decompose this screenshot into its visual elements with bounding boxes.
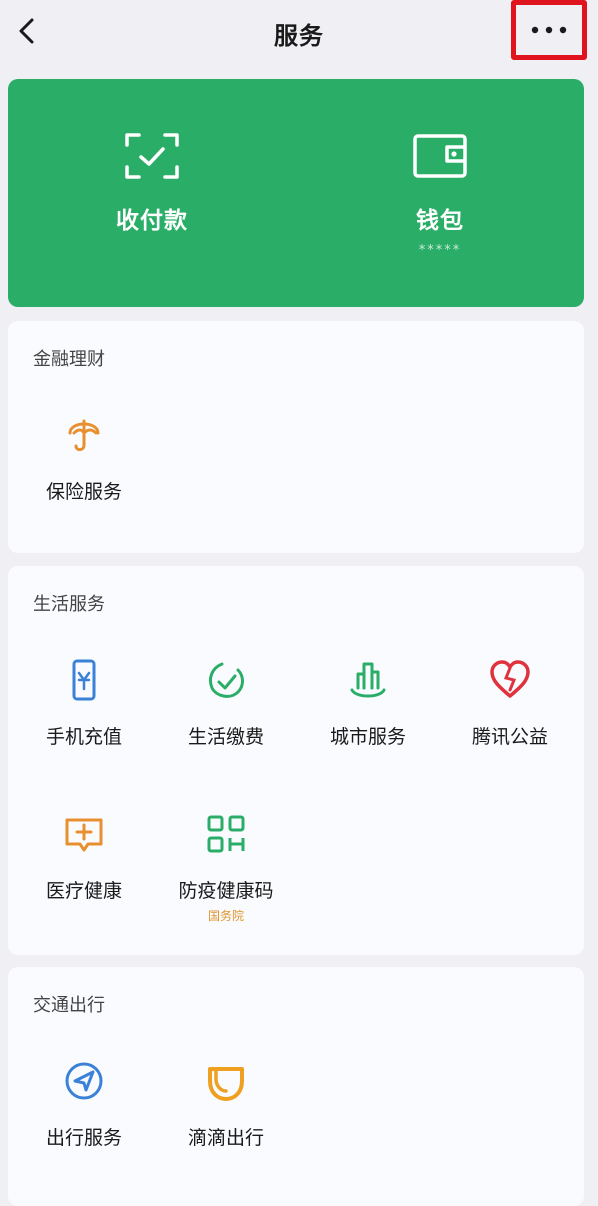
- section-finance: 金融理财 保险服务: [8, 321, 584, 553]
- section-title: 交通出行: [33, 995, 105, 1016]
- section-title: 生活服务: [33, 594, 105, 615]
- tile-label: 城市服务: [329, 726, 406, 748]
- tile-city-service[interactable]: 城市服务: [296, 658, 440, 749]
- tile-bill-payment[interactable]: 生活缴费: [154, 658, 298, 749]
- didi-icon: [208, 1067, 244, 1101]
- charity-heart-icon: [490, 660, 530, 698]
- phone-recharge-icon: [72, 659, 96, 701]
- tile-tencent-charity[interactable]: 腾讯公益: [438, 658, 582, 749]
- pay-collect-label: 收付款: [116, 208, 188, 234]
- tile-label: 保险服务: [45, 481, 122, 503]
- bill-payment-icon: [208, 662, 244, 698]
- section-life: 生活服务 手机充值 生活缴费 城市服务 腾讯公益 医疗健康 防疫健康码 国务院: [8, 566, 584, 955]
- tile-label: 防疫健康码: [178, 880, 274, 902]
- nav-bar: 服务: [0, 0, 598, 66]
- section-transport: 交通出行 出行服务 滴滴出行: [8, 967, 584, 1206]
- tile-label: 医疗健康: [45, 880, 122, 902]
- wallet-icon: [413, 134, 467, 178]
- more-dots-icon: [531, 26, 567, 34]
- wallet-label: 钱包: [416, 208, 464, 234]
- page-title: 服务: [274, 22, 324, 50]
- tile-label: 手机充值: [45, 726, 122, 748]
- wallet-button[interactable]: 钱包 *****: [296, 79, 584, 307]
- tile-didi[interactable]: 滴滴出行: [154, 1059, 298, 1150]
- health-qr-icon: [207, 815, 245, 853]
- tile-label: 腾讯公益: [471, 726, 548, 748]
- scan-pay-icon: [125, 133, 179, 179]
- travel-compass-icon: [65, 1062, 103, 1100]
- tile-sublabel: 国务院: [207, 909, 244, 923]
- section-title: 金融理财: [33, 349, 105, 370]
- city-service-icon: [350, 662, 386, 698]
- wallet-balance-masked: *****: [418, 243, 462, 258]
- tile-health-code[interactable]: 防疫健康码 国务院: [154, 812, 298, 924]
- tile-label: 生活缴费: [187, 726, 264, 748]
- tile-label: 滴滴出行: [187, 1127, 264, 1149]
- more-button[interactable]: [511, 0, 587, 60]
- medical-health-icon: [65, 818, 103, 852]
- tile-insurance[interactable]: 保险服务: [12, 413, 156, 504]
- insurance-umbrella-icon: [68, 419, 100, 452]
- tile-travel-service[interactable]: 出行服务: [12, 1059, 156, 1150]
- tile-label: 出行服务: [45, 1127, 122, 1149]
- wallet-card: 收付款 钱包 *****: [8, 79, 584, 307]
- tile-phone-recharge[interactable]: 手机充值: [12, 658, 156, 749]
- pay-collect-button[interactable]: 收付款: [8, 79, 296, 307]
- tile-medical-health[interactable]: 医疗健康: [12, 812, 156, 903]
